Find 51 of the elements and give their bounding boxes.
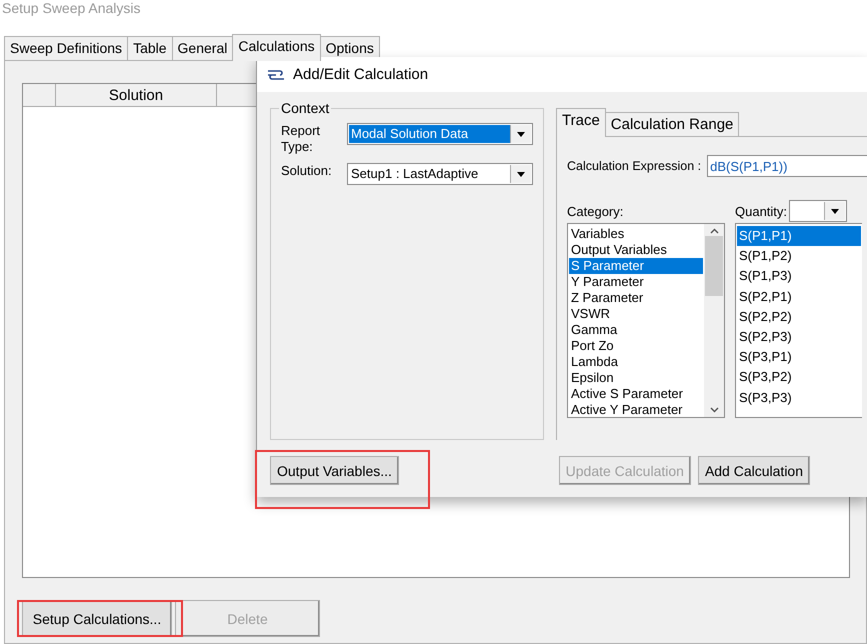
scroll-up-icon[interactable] <box>710 228 718 234</box>
add-calculation-button[interactable]: Add Calculation <box>698 456 810 485</box>
list-item[interactable]: Epsilon <box>569 370 703 386</box>
list-item[interactable]: S(P2,P2) <box>737 306 861 327</box>
tab[interactable]: General <box>172 36 234 60</box>
tab[interactable]: Sweep Definitions <box>4 36 128 60</box>
field-label: Report Type: <box>281 123 322 155</box>
list-item[interactable]: Y Parameter <box>569 274 703 290</box>
category-list[interactable]: Variables Output Variables S Parameter Y Parameter Z Parameter VSWR Gamma Port Zo Lambda Epsilon Active S Parameter Active Y Parameter <box>567 223 725 418</box>
tab[interactable]: Calculations <box>232 34 321 61</box>
column-header[interactable]: Solution <box>56 84 217 106</box>
list-item[interactable]: Lambda <box>569 354 703 370</box>
list-item[interactable]: Output Variables <box>569 242 703 258</box>
dropdown-arrow-icon <box>517 132 525 136</box>
tab[interactable]: Calculation Range <box>604 112 740 136</box>
calculation-icon <box>267 68 285 80</box>
dropdown[interactable] <box>789 200 848 222</box>
list-item[interactable]: S(P2,P3) <box>737 326 861 348</box>
field-label: Category: <box>567 204 624 218</box>
field-label: Calculation Expression : <box>567 159 702 173</box>
tab[interactable]: Trace <box>556 108 606 137</box>
list-item[interactable]: VSWR <box>569 306 703 322</box>
output-variables-button[interactable]: Output Variables... <box>270 456 399 485</box>
field-label: Quantity: <box>735 204 788 218</box>
list-item[interactable]: S(P1,P2) <box>737 246 861 266</box>
dropdown[interactable]: Setup1 : LastAdaptive <box>347 163 533 185</box>
dropdown-arrow-icon <box>517 172 525 176</box>
list-item[interactable]: S(P3,P3) <box>737 388 861 408</box>
list-item[interactable]: S(P1,P3) <box>737 266 861 287</box>
scroll-down-icon[interactable] <box>710 407 718 413</box>
window-title: Setup Sweep Analysis <box>1 0 142 16</box>
list-item[interactable]: S(P1,P1) <box>737 226 861 246</box>
quantity-list[interactable]: S(P1,P1) S(P1,P2) S(P1,P3) S(P2,P1) S(P2,P2) S(P2,P3) S(P3,P1) S(P3,P2) S(P3,P3) <box>735 223 862 418</box>
group-title: Context <box>279 100 332 116</box>
field-label: Solution: <box>281 163 333 179</box>
tab[interactable]: Table <box>127 36 173 60</box>
list-item[interactable]: Gamma <box>569 322 703 338</box>
scrollbar[interactable] <box>704 224 724 417</box>
list-item[interactable]: Z Parameter <box>569 290 703 306</box>
list-item[interactable]: S(P2,P1) <box>737 286 861 307</box>
expression-field[interactable]: dB(S(P1,P1)) <box>707 155 867 177</box>
list-item[interactable]: S(P3,P1) <box>737 347 861 368</box>
dialog-title: Add/Edit Calculation <box>293 66 428 83</box>
list-item[interactable]: Active Y Parameter <box>569 402 703 418</box>
dropdown[interactable]: Modal Solution Data <box>347 123 533 145</box>
list-item[interactable]: Variables <box>569 226 703 242</box>
list-item[interactable]: Port Zo <box>569 338 703 354</box>
list-item[interactable]: Active S Parameter <box>569 386 703 402</box>
dropdown-arrow-icon <box>831 208 840 214</box>
list-item[interactable]: S Parameter <box>569 258 703 274</box>
list-item[interactable]: S(P3,P2) <box>737 367 861 388</box>
